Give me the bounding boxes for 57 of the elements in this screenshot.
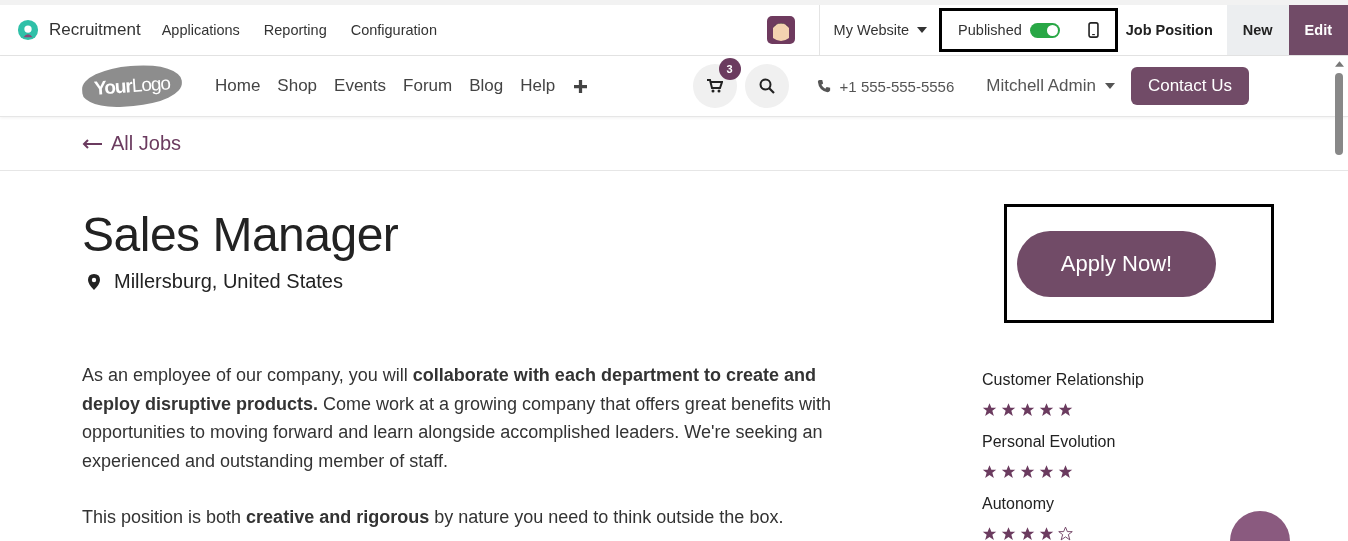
- rating-label: Customer Relationship: [982, 371, 1145, 390]
- published-toggle[interactable]: [1029, 22, 1060, 38]
- cart-count-badge: 3: [718, 58, 741, 80]
- nav-link[interactable]: Home: [215, 76, 261, 96]
- cart-icon[interactable]: [706, 79, 723, 93]
- contact-us-button[interactable]: Contact Us: [1130, 67, 1249, 105]
- filled-star-icon: [1039, 402, 1054, 417]
- rating-label: Autonomy: [982, 495, 1056, 514]
- filled-star-icon: [1001, 402, 1016, 417]
- scroll-up-icon[interactable]: [1334, 61, 1344, 67]
- filled-star-icon: [1001, 464, 1016, 479]
- filled-star-icon: [1020, 464, 1035, 479]
- nav-link[interactable]: Forum: [403, 76, 453, 96]
- filled-star-icon: [982, 526, 997, 541]
- job-title: Sales Manager: [82, 208, 400, 262]
- empty-star-icon: [1058, 526, 1073, 541]
- search-icon[interactable]: [758, 78, 775, 94]
- filled-star-icon: [982, 464, 997, 479]
- nav-link[interactable]: Blog: [469, 76, 504, 96]
- filled-star-icon: [1039, 526, 1054, 541]
- published-label: Published: [958, 22, 1022, 38]
- description-paragraph: This position is both creative and rigorous by nature you need to think outside the box.: [82, 506, 785, 529]
- user-menu[interactable]: Mitchell Admin: [986, 76, 1115, 96]
- caret-icon: [1104, 83, 1115, 89]
- phone-icon: [816, 79, 831, 93]
- menu-item[interactable]: Applications: [161, 22, 240, 38]
- nav-link[interactable]: Help: [520, 76, 556, 96]
- nav-link[interactable]: Events: [334, 76, 387, 96]
- website-dropdown[interactable]: My Website: [819, 5, 940, 55]
- filled-star-icon: [1020, 402, 1035, 417]
- filled-star-icon: [1020, 526, 1035, 541]
- toolbar-button[interactable]: New: [1226, 5, 1289, 55]
- app-logo-icon: [17, 19, 39, 41]
- plus-icon[interactable]: [574, 79, 588, 93]
- avatar-icon[interactable]: [766, 16, 795, 44]
- app-name[interactable]: Recruitment: [49, 20, 141, 40]
- caret-icon: [917, 27, 928, 33]
- nav-link[interactable]: Shop: [277, 76, 318, 96]
- filled-star-icon: [1058, 464, 1073, 479]
- all-jobs-link[interactable]: All Jobs: [82, 132, 182, 155]
- phone-number: +1 555-555-5556: [839, 77, 955, 95]
- rating-label: Personal Evolution: [982, 433, 1117, 452]
- job-location: Millersburg, United States: [114, 270, 343, 293]
- location-pin-icon: [88, 273, 100, 290]
- scrollbar[interactable]: [1334, 61, 1344, 155]
- description-paragraph: As an employee of our company, you will collaborate with each department to create and deploy disruptive products. Come work at a growing company that offers great benefits with opportunities to moving forward and learn alongside accomplished leaders. We're seeking an experienced and outstanding member of staff.: [82, 364, 832, 473]
- record-title: Job Position: [1125, 22, 1213, 38]
- back-arrow-icon: [82, 138, 102, 149]
- filled-star-icon: [1039, 464, 1054, 479]
- menu-item[interactable]: Reporting: [263, 22, 327, 38]
- mobile-icon[interactable]: [1087, 22, 1099, 38]
- menu-item[interactable]: Configuration: [350, 22, 437, 38]
- filled-star-icon: [982, 402, 997, 417]
- apply-now-button[interactable]: Apply Now!: [1017, 230, 1216, 297]
- filled-star-icon: [1001, 526, 1016, 541]
- filled-star-icon: [1058, 402, 1073, 417]
- toolbar-button[interactable]: Edit: [1288, 5, 1348, 55]
